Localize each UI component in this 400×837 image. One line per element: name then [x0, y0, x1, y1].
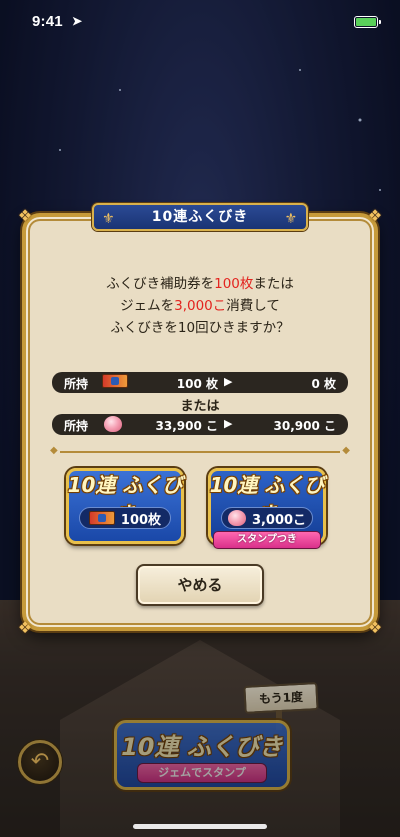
- message-line-1: ふくびき補助券を100枚または: [106, 276, 294, 292]
- gem-count-highlight: 3,000こ: [174, 298, 227, 314]
- ticket-current: 100 枚: [176, 377, 218, 391]
- gem-holding-row: 所持 33,900 こ ▶ 30,900 こ: [52, 414, 348, 435]
- fleur-icon: ⚜: [284, 211, 298, 227]
- holding-label: 所持: [64, 377, 89, 391]
- corner-ornament-icon: ❖: [17, 618, 33, 637]
- corner-ornament-icon: ❖: [367, 206, 383, 225]
- diamond-icon: ◆: [342, 445, 350, 456]
- ticket-after: 0 枚: [311, 377, 336, 391]
- or-label: または: [180, 399, 220, 414]
- message-line-3: ふくびきを10回ひきますか？: [110, 320, 290, 336]
- gem-after: 30,900 こ: [273, 419, 337, 433]
- stamp-ribbon: スタンプつき: [213, 531, 321, 549]
- ornamental-divider: ◆ ◆: [50, 445, 350, 456]
- gem-cost-pill: 3,000こ: [221, 507, 313, 529]
- status-time: 9:41: [32, 13, 63, 30]
- ticket-icon: [88, 511, 115, 525]
- ticket-icon: [102, 374, 128, 388]
- diamond-icon: ◆: [50, 445, 58, 456]
- status-bar: 9:41 ➤: [0, 0, 400, 44]
- gem-icon: [227, 510, 246, 526]
- dialog-title: 10連ふくびき: [151, 209, 249, 225]
- ticket-cost: 100枚: [120, 512, 162, 528]
- home-indicator[interactable]: [133, 824, 267, 829]
- draw-with-gems-button[interactable]: 10連 ふくびき 3,000こ スタンプつき: [208, 468, 326, 549]
- fleur-icon: ⚜: [102, 211, 116, 227]
- holding-label: 所持: [64, 419, 89, 433]
- ticket-cost-pill: 100枚: [79, 507, 171, 529]
- gem-icon: [104, 416, 122, 432]
- cancel-button[interactable]: やめる: [136, 564, 264, 606]
- triangle-arrow-icon: ▶: [224, 375, 233, 388]
- corner-ornament-icon: ❖: [367, 618, 383, 637]
- message-line-2: ジェムを3,000こ消費して: [120, 298, 280, 314]
- draw-with-tickets-button[interactable]: 10連 ふくびき 100枚: [66, 468, 184, 544]
- ticket-holding-row: 所持 100 枚 ▶ 0 枚: [52, 372, 348, 393]
- gem-cost: 3,000こ: [251, 512, 307, 528]
- dialog-message: ふくびき補助券を100枚または ジェムを3,000こ消費して ふくびきを10回ひ…: [40, 273, 360, 339]
- triangle-arrow-icon: ▶: [224, 417, 233, 430]
- ticket-count-highlight: 100枚: [214, 276, 254, 292]
- corner-ornament-icon: ❖: [17, 206, 33, 225]
- location-arrow-icon: ➤: [72, 14, 83, 28]
- battery-icon: [354, 16, 381, 28]
- dialog-title-plate: ⚜ 10連ふくびき ⚜: [92, 203, 308, 231]
- gem-current: 33,900 こ: [155, 419, 219, 433]
